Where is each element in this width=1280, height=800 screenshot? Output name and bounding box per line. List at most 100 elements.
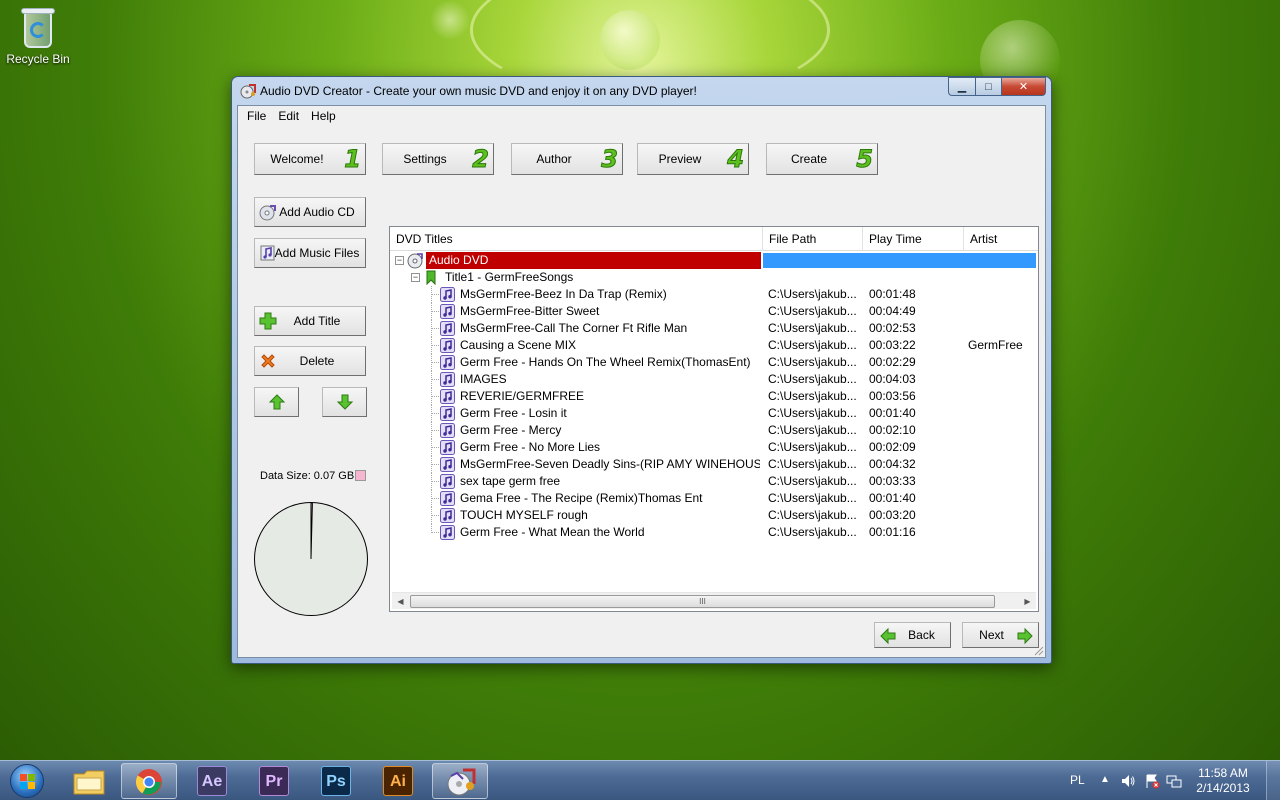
action-center-flag-icon[interactable] (1144, 773, 1160, 789)
taskbar-photoshop[interactable]: Ps (308, 763, 364, 799)
audio-dvd-creator-icon (447, 768, 476, 796)
scroll-left-icon[interactable]: ◀ (392, 593, 409, 610)
track-row[interactable]: IMAGES C:\Users\jakub... 00:04:03 (390, 371, 1038, 388)
show-desktop-button[interactable] (1266, 761, 1280, 800)
column-header-dvd-titles[interactable]: DVD Titles (390, 227, 763, 251)
track-row[interactable]: MsGermFree-Seven Deadly Sins-(RIP AMY WI… (390, 456, 1038, 473)
pie-slice (310, 503, 313, 560)
tree-root-row[interactable]: − Audio DVD (390, 252, 1038, 269)
title-node-label: Title1 - GermFreeSongs (445, 270, 574, 284)
collapse-icon[interactable]: − (411, 273, 420, 282)
music-note-icon (440, 304, 455, 319)
track-row[interactable]: MsGermFree-Bitter Sweet C:\Users\jakub...… (390, 303, 1038, 320)
track-row[interactable]: MsGermFree-Call The Corner Ft Rifle Man C… (390, 320, 1038, 337)
taskbar-chrome[interactable] (121, 763, 177, 799)
network-icon[interactable] (1166, 773, 1182, 789)
show-hidden-icons-icon[interactable]: ▲ (1100, 774, 1110, 785)
menu-edit[interactable]: Edit (272, 109, 305, 123)
music-note-icon (440, 338, 455, 353)
track-file-path: C:\Users\jakub... (768, 304, 857, 318)
close-button[interactable]: ✕ (1001, 77, 1046, 96)
track-file-path: C:\Users\jakub... (768, 406, 857, 420)
move-up-button[interactable] (254, 387, 299, 417)
track-artist: GermFree (968, 338, 1023, 352)
music-note-icon (440, 372, 455, 387)
track-play-time: 00:02:09 (869, 440, 916, 454)
track-row[interactable]: Germ Free - Losin it C:\Users\jakub... 00:… (390, 405, 1038, 422)
wallpaper-bubble (430, 0, 470, 40)
collapse-icon[interactable]: − (395, 256, 404, 265)
track-row[interactable]: sex tape germ free C:\Users\jakub... 00:03… (390, 473, 1038, 490)
track-play-time: 00:01:40 (869, 491, 916, 505)
back-button[interactable]: Back (874, 622, 951, 648)
add-title-button[interactable]: Add Title (254, 306, 366, 336)
recycle-bin-icon (20, 6, 56, 50)
track-row[interactable]: MsGermFree-Beez In Da Trap (Remix) C:\Use… (390, 286, 1038, 303)
scrollbar-thumb[interactable]: III (410, 595, 995, 608)
minimize-button[interactable]: ▁ (948, 77, 975, 96)
resize-grip-icon[interactable] (1032, 644, 1044, 656)
audio-dvd-creator-icon (240, 84, 256, 99)
track-file-path: C:\Users\jakub... (768, 355, 857, 369)
add-audio-cd-button[interactable]: Add Audio CD (254, 197, 366, 227)
button-label: Add Title (293, 314, 341, 328)
title-bar[interactable]: Audio DVD Creator - Create your own musi… (232, 77, 1051, 105)
track-play-time: 00:03:56 (869, 389, 916, 403)
tree-line (432, 345, 439, 346)
desktop-icon-recycle-bin[interactable]: Recycle Bin (4, 6, 72, 66)
horizontal-scrollbar[interactable]: ◀ III ▶ (392, 592, 1036, 609)
column-header-artist[interactable]: Artist (964, 227, 1040, 251)
track-row[interactable]: Germ Free - Hands On The Wheel Remix(Tho… (390, 354, 1038, 371)
step-settings-button[interactable]: Settings 2 (382, 143, 494, 175)
step-number: 2 (472, 145, 490, 174)
music-note-icon (440, 525, 455, 540)
track-play-time: 00:01:16 (869, 525, 916, 539)
start-button[interactable] (4, 761, 48, 800)
column-header-play-time[interactable]: Play Time (863, 227, 964, 251)
track-row[interactable]: TOUCH MYSELF rough C:\Users\jakub... 00:03… (390, 507, 1038, 524)
dvd-titles-tree[interactable]: DVD Titles File Path Play Time Artist − … (389, 226, 1039, 612)
clock[interactable]: 11:58 AM 2/14/2013 (1190, 766, 1256, 796)
tree-line (432, 498, 439, 499)
add-music-files-button[interactable]: Add Music Files (254, 238, 366, 268)
next-button[interactable]: Next (962, 622, 1039, 648)
tree-line (432, 447, 439, 448)
music-note-icon (440, 355, 455, 370)
track-row[interactable]: Gema Free - The Recipe (Remix)Thomas Ent… (390, 490, 1038, 507)
step-author-button[interactable]: Author 3 (511, 143, 623, 175)
taskbar-premiere[interactable]: Pr (246, 763, 302, 799)
tree-title-row[interactable]: − Title1 - GermFreeSongs (390, 269, 1038, 286)
volume-icon[interactable] (1120, 773, 1136, 789)
delete-button[interactable]: Delete (254, 346, 366, 376)
data-size-legend (355, 470, 366, 481)
audio-cd-icon (259, 205, 276, 221)
taskbar-illustrator[interactable]: Ai (370, 763, 426, 799)
column-header-file-path[interactable]: File Path (763, 227, 863, 251)
step-label: Welcome! (270, 152, 324, 166)
tree-line (432, 396, 439, 397)
language-indicator[interactable]: PL (1070, 773, 1085, 787)
menu-file[interactable]: File (241, 109, 272, 123)
maximize-button[interactable]: □ (975, 77, 1001, 96)
track-row[interactable]: Germ Free - No More Lies C:\Users\jakub..… (390, 439, 1038, 456)
scroll-right-icon[interactable]: ▶ (1019, 593, 1036, 610)
clock-time: 11:58 AM (1198, 766, 1248, 780)
music-files-icon (260, 245, 275, 261)
track-row[interactable]: Causing a Scene MIX C:\Users\jakub... 00:0… (390, 337, 1038, 354)
move-down-button[interactable] (322, 387, 367, 417)
wallpaper-bubble (600, 10, 660, 70)
taskbar-explorer[interactable] (62, 763, 118, 799)
track-row[interactable]: REVERIE/GERMFREE C:\Users\jakub... 00:03:5… (390, 388, 1038, 405)
track-row[interactable]: Germ Free - What Mean the World C:\Users\… (390, 524, 1038, 541)
track-play-time: 00:01:48 (869, 287, 916, 301)
step-create-button[interactable]: Create 5 (766, 143, 878, 175)
minimize-icon: ▁ (957, 81, 967, 93)
taskbar-audio-dvd-creator[interactable] (432, 763, 488, 799)
step-preview-button[interactable]: Preview 4 (637, 143, 749, 175)
taskbar-after-effects[interactable]: Ae (184, 763, 240, 799)
track-file-path: C:\Users\jakub... (768, 474, 857, 488)
step-welcome-button[interactable]: Welcome! 1 (254, 143, 366, 175)
track-row[interactable]: Germ Free - Mercy C:\Users\jakub... 00:02:… (390, 422, 1038, 439)
window-client-area: File Edit Help Welcome! 1 Settings 2 Aut… (237, 105, 1046, 658)
menu-help[interactable]: Help (305, 109, 342, 123)
